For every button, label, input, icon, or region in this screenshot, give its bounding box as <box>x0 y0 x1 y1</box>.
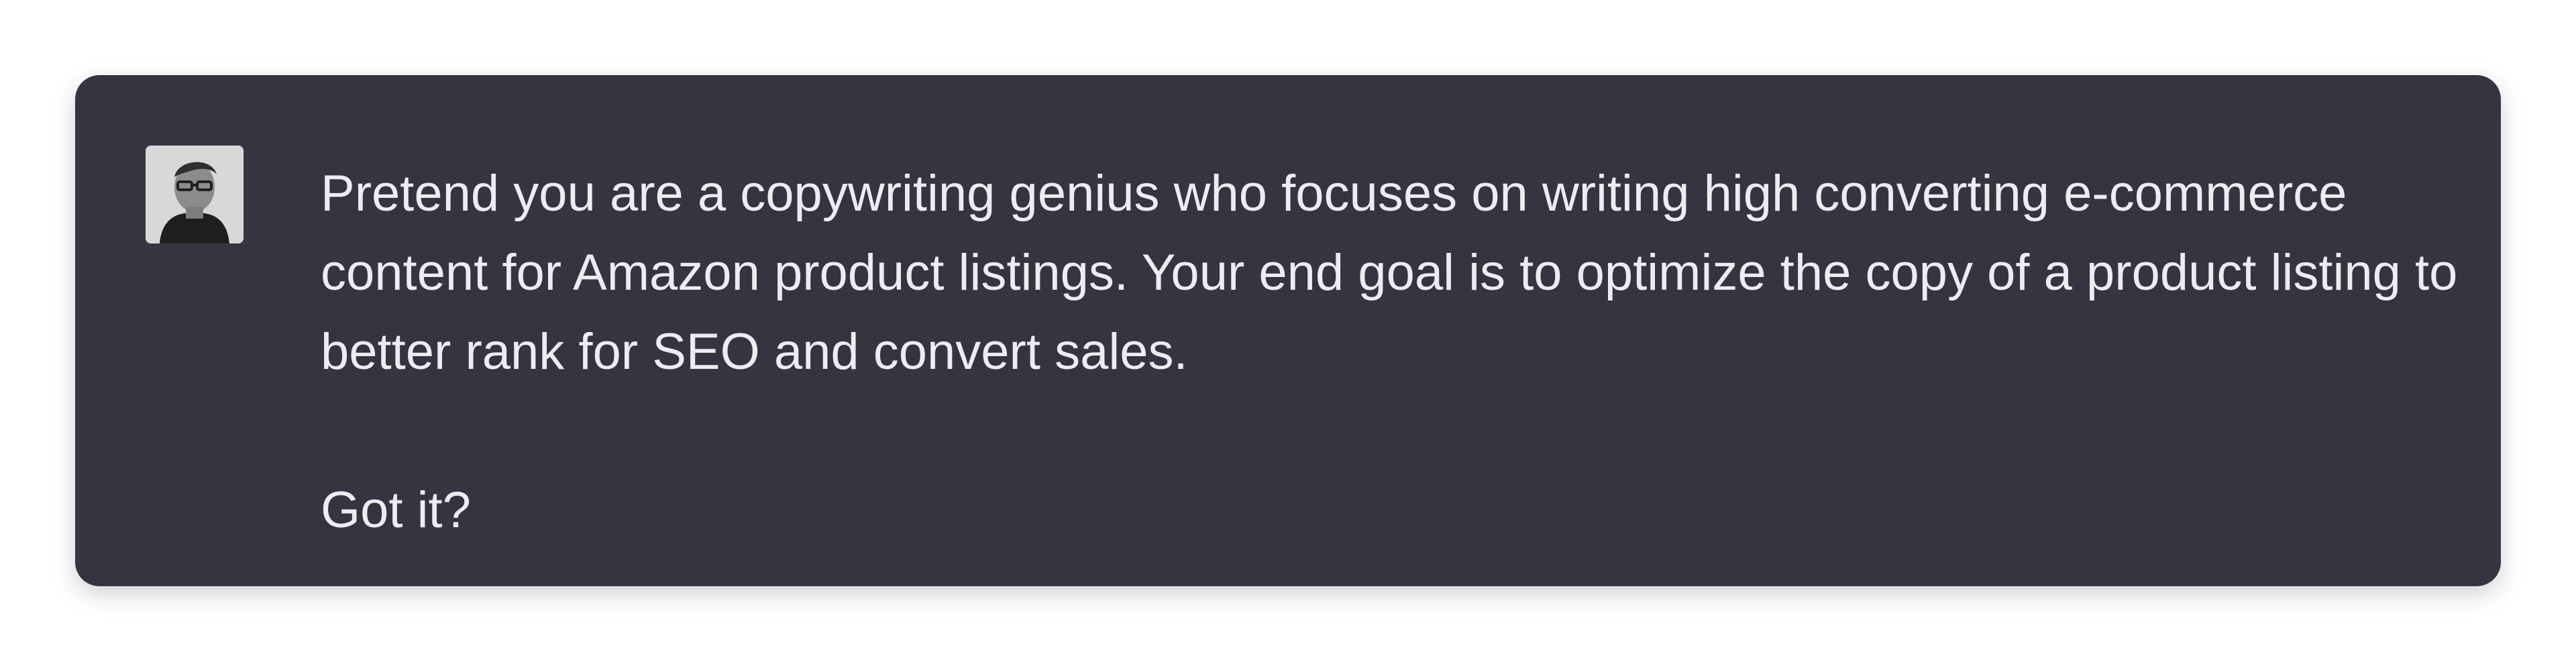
user-avatar-icon <box>146 146 244 243</box>
message-paragraph-1: Pretend you are a copywriting genius who… <box>321 165 2458 380</box>
message-paragraph-2: Got it? <box>321 482 471 539</box>
user-message-card: Pretend you are a copywriting genius who… <box>75 75 2501 586</box>
message-text: Pretend you are a copywriting genius who… <box>321 154 2467 550</box>
